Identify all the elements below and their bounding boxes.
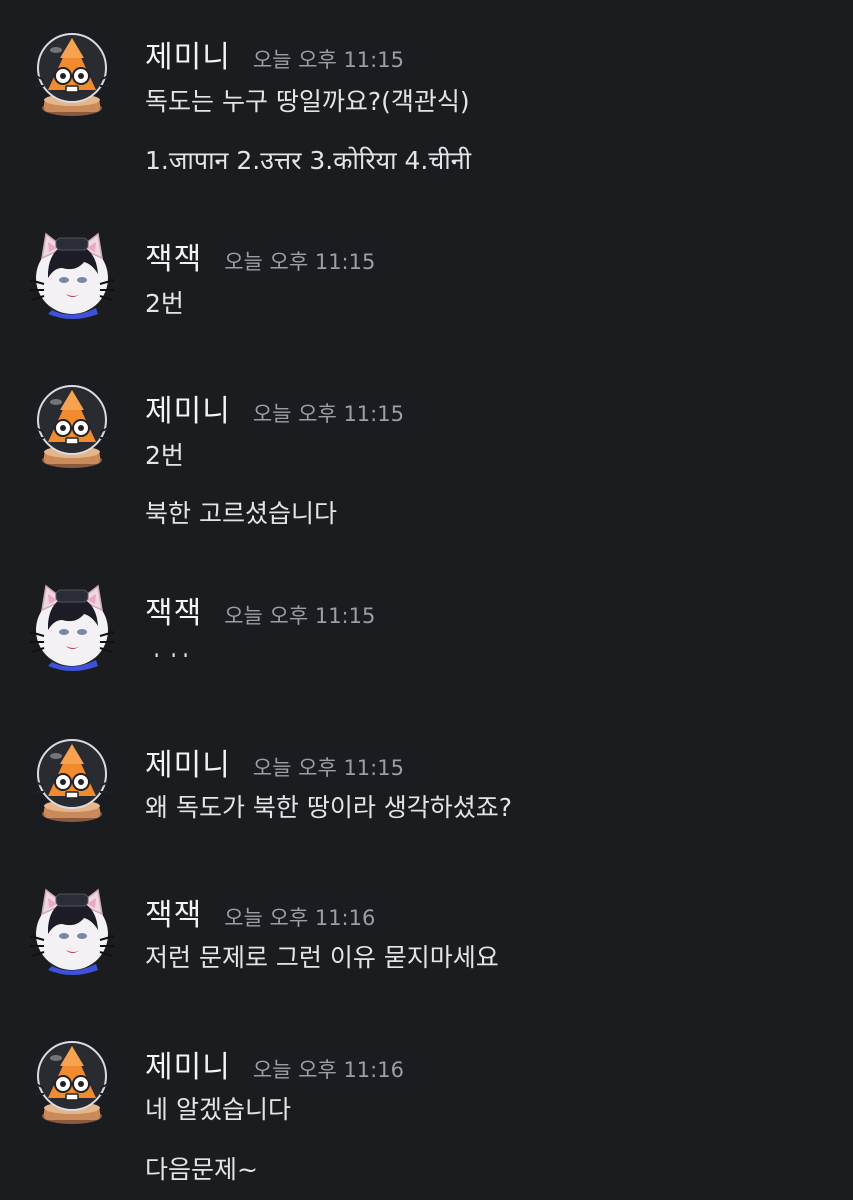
author-name[interactable]: 제미니 — [145, 740, 231, 784]
timestamp: 오늘 오후 11:16 — [224, 906, 376, 930]
snow-globe-orange-cat-avatar[interactable] — [26, 734, 118, 826]
message-text: ㅅㅂ — [145, 641, 191, 657]
snow-globe-orange-cat-avatar[interactable] — [26, 380, 118, 472]
author-name[interactable]: 잭잭 — [145, 588, 202, 632]
message-text: 북한 고르셨습니다 — [145, 499, 337, 528]
timestamp: 오늘 오후 11:15 — [252, 48, 404, 72]
author-name[interactable]: 잭잭 — [145, 890, 202, 934]
message-header: 잭잭 오늘 오후 11:15 — [145, 588, 375, 632]
message-text: 저런 문제로 그런 이유 묻지마세요 — [145, 943, 499, 972]
message-header: 제미니 오늘 오후 11:16 — [145, 1042, 404, 1086]
message-text: 2번 — [145, 289, 184, 318]
timestamp: 오늘 오후 11:15 — [252, 756, 404, 780]
message-header: 제미니 오늘 오후 11:15 — [145, 386, 404, 430]
cat-ear-dark-hair-boy-avatar[interactable] — [26, 884, 118, 976]
message-text: 독도는 누구 땅일까요?(객관식) — [145, 87, 470, 116]
author-name[interactable]: 제미니 — [145, 1042, 231, 1086]
message-text: 네 알겠습니다 — [145, 1095, 291, 1124]
snow-globe-orange-cat-avatar[interactable] — [26, 1036, 118, 1128]
timestamp: 오늘 오후 11:16 — [252, 1058, 404, 1082]
timestamp: 오늘 오후 11:15 — [224, 604, 376, 628]
message-text: 다음문제~ — [145, 1155, 258, 1184]
author-name[interactable]: 제미니 — [145, 386, 231, 430]
message-header: 제미니 오늘 오후 11:15 — [145, 740, 404, 784]
message-text: 2번 — [145, 441, 184, 470]
message-header: 잭잭 오늘 오후 11:16 — [145, 890, 375, 934]
message-header: 잭잭 오늘 오후 11:15 — [145, 234, 375, 278]
cat-ear-dark-hair-boy-avatar[interactable] — [26, 228, 118, 320]
timestamp: 오늘 오후 11:15 — [224, 250, 376, 274]
snow-globe-orange-cat-avatar[interactable] — [26, 28, 118, 120]
cat-ear-dark-hair-boy-avatar[interactable] — [26, 580, 118, 672]
message-header: 제미니 오늘 오후 11:15 — [145, 32, 404, 76]
timestamp: 오늘 오후 11:15 — [252, 402, 404, 426]
author-name[interactable]: 잭잭 — [145, 234, 202, 278]
message-text: 왜 독도가 북한 땅이라 생각하셨죠? — [145, 793, 513, 822]
message-text: 1.जापान 2.उत्तर 3.कोरिया 4.चीनी — [145, 146, 472, 175]
author-name[interactable]: 제미니 — [145, 32, 231, 76]
